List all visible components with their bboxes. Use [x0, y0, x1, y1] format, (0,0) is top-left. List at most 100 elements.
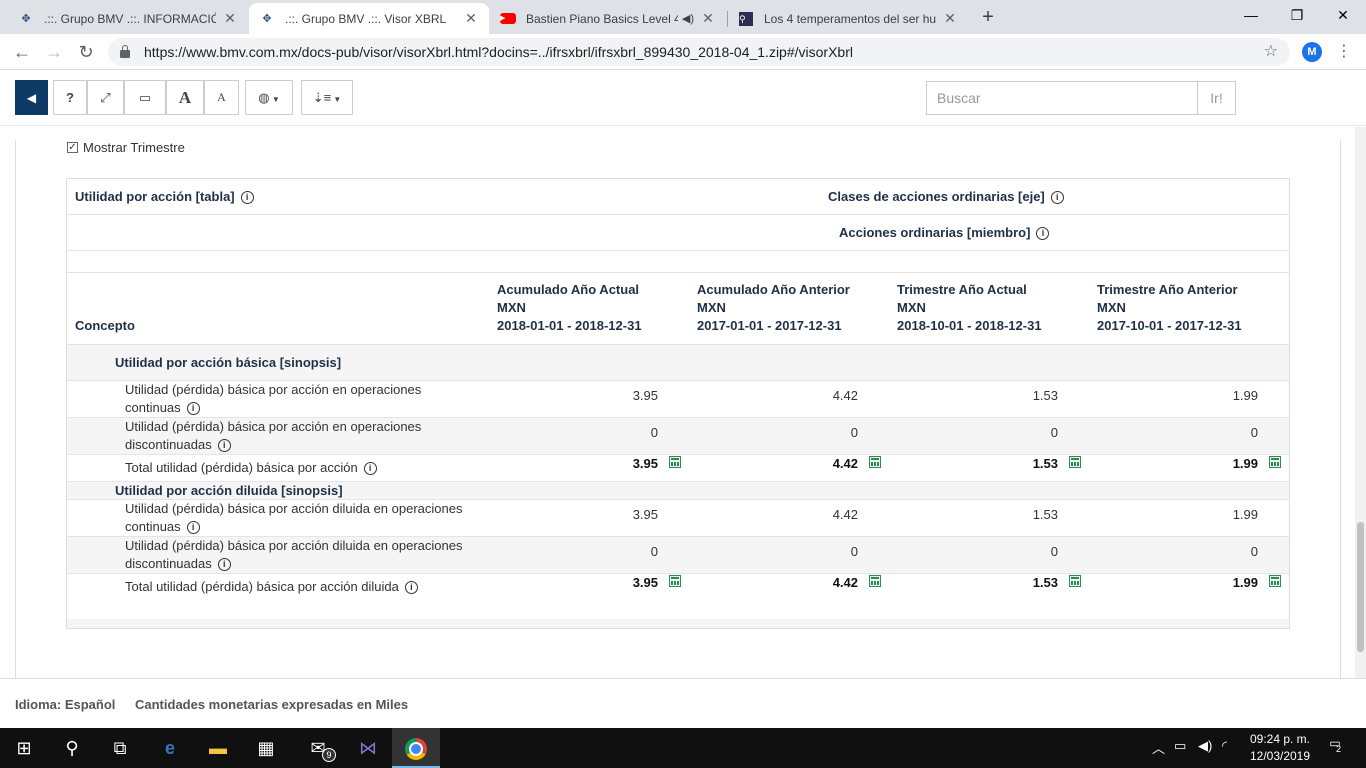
- concept-header: Concepto: [75, 318, 135, 333]
- info-icon[interactable]: i: [186, 402, 200, 416]
- info-icon[interactable]: i: [1050, 191, 1064, 205]
- windows-start-icon[interactable]: ⊞: [0, 728, 48, 768]
- tray-chevron-icon[interactable]: ︿: [1152, 738, 1165, 757]
- table-row: Utilidad (pérdida) básica por acción en …: [67, 418, 1289, 455]
- mail-badge: 9: [322, 748, 336, 762]
- tab-close-icon[interactable]: ✕: [942, 10, 958, 27]
- checkbox-check-icon[interactable]: ✓: [67, 142, 78, 153]
- expand-arrows-icon: ⤢: [100, 90, 111, 105]
- search-icon[interactable]: ⚲: [48, 728, 96, 768]
- section-title: Utilidad por acción diluida [sinopsis]: [115, 483, 343, 498]
- search-go-button[interactable]: Ir!: [1197, 81, 1236, 115]
- plus-icon[interactable]: +: [976, 6, 1000, 30]
- language-dropdown[interactable]: ◍ ▼: [245, 80, 293, 115]
- axis-label: Clases de acciones ordinarias [eje] i: [828, 188, 1064, 206]
- browser-tab-strip: ✥ .::. Grupo BMV .::. INFORMACIÓN ✕ ✥ .:…: [0, 0, 1366, 34]
- search-input[interactable]: Buscar: [926, 81, 1198, 115]
- info-icon[interactable]: i: [186, 521, 200, 535]
- table-header-row: Utilidad por acción [tabla] i Clases de a…: [67, 179, 1289, 215]
- collapse-sidebar-button[interactable]: ◀: [15, 80, 48, 115]
- store-icon[interactable]: ▦: [242, 728, 290, 768]
- tab-close-icon[interactable]: ✕: [700, 10, 716, 27]
- table-cell: 1.99: [1232, 575, 1258, 590]
- table-cell: 0: [1050, 544, 1058, 559]
- tab-close-icon[interactable]: ✕: [463, 10, 479, 27]
- main-content: ✓ Mostrar Trimestre Utilidad por acción …: [0, 127, 1366, 680]
- column-header: Trimestre Año Anterior MXN 2017-10-01 - 20…: [1097, 282, 1242, 333]
- info-icon[interactable]: i: [404, 581, 418, 595]
- calculator-icon[interactable]: [1069, 575, 1081, 587]
- calculator-icon[interactable]: [869, 456, 881, 468]
- table-cell: 1.99: [1232, 507, 1258, 522]
- info-icon[interactable]: i: [1036, 227, 1050, 241]
- table-cell: 1.53: [1032, 507, 1058, 522]
- calculator-icon[interactable]: [1269, 575, 1281, 587]
- info-icon[interactable]: i: [363, 462, 377, 476]
- caret-left-icon: ◀: [26, 91, 37, 105]
- calculator-icon[interactable]: [1269, 456, 1281, 468]
- browser-tab-active[interactable]: ✥ .::. Grupo BMV .::. Visor XBRL ✕: [249, 3, 489, 34]
- help-button[interactable]: ?: [53, 80, 87, 115]
- amounts-label: Cantidades monetarias expresadas en Mile…: [135, 697, 409, 712]
- scrollbar-thumb[interactable]: [1357, 522, 1364, 652]
- show-quarter-checkbox[interactable]: ✓ Mostrar Trimestre: [67, 140, 185, 155]
- page-favicon-icon: ⚲: [738, 11, 754, 27]
- viewer-toolbar: ◀ ? ⤢ ▭ A A ◍ ▼ ⇣≡ ▼ Buscar Ir!: [0, 70, 1366, 126]
- file-explorer-icon[interactable]: ▬: [194, 728, 242, 768]
- reload-icon[interactable]: ↻: [72, 38, 100, 66]
- address-bar[interactable]: https://www.bmv.com.mx/docs-pub/visor/vi…: [108, 38, 1290, 66]
- info-icon[interactable]: i: [217, 558, 231, 572]
- tab-title: Los 4 temperamentos del ser hum: [764, 11, 936, 26]
- mail-icon[interactable]: ✉ 9: [294, 728, 342, 768]
- font-increase-button[interactable]: A: [166, 80, 204, 115]
- tab-title: .::. Grupo BMV .::. Visor XBRL: [285, 11, 447, 26]
- page-scrollbar[interactable]: [1355, 127, 1366, 678]
- table-row: Utilidad (pérdida) básica por acción dil…: [67, 500, 1289, 537]
- member-label: Acciones ordinarias [miembro] i: [839, 224, 1050, 242]
- section-title: Utilidad por acción básica [sinopsis]: [115, 355, 342, 370]
- tab-close-icon[interactable]: ✕: [222, 10, 238, 27]
- font-decrease-button[interactable]: A: [204, 80, 239, 115]
- notifications-icon[interactable]: ▭ 2: [1324, 736, 1346, 758]
- wifi-icon[interactable]: ◜: [1222, 738, 1227, 754]
- expand-button[interactable]: ⤢: [87, 80, 124, 115]
- visual-studio-icon[interactable]: ⋈: [344, 728, 392, 768]
- info-icon[interactable]: i: [240, 191, 254, 205]
- table-cell: 1.99: [1232, 388, 1258, 403]
- restore-icon[interactable]: ❐: [1274, 0, 1320, 30]
- chrome-menu-icon[interactable]: ⋮: [1336, 40, 1352, 64]
- calculator-icon[interactable]: [669, 575, 681, 587]
- lock-icon: [120, 45, 130, 58]
- bookmark-star-icon[interactable]: ☆: [1264, 41, 1278, 61]
- calculator-icon[interactable]: [869, 575, 881, 587]
- notification-count: 2: [1336, 744, 1342, 754]
- taskbar-clock[interactable]: 09:24 p. m. 12/03/2019: [1244, 731, 1316, 765]
- table-cell: 0: [1250, 544, 1258, 559]
- row-label: Utilidad (pérdida) básica por acción dil…: [125, 501, 463, 535]
- browser-tab[interactable]: ✥ .::. Grupo BMV .::. INFORMACIÓN ✕: [8, 3, 248, 34]
- browser-tab[interactable]: ⚲ Los 4 temperamentos del ser hum ✕: [728, 3, 968, 34]
- sort-dropdown[interactable]: ⇣≡ ▼: [301, 80, 353, 115]
- profile-avatar[interactable]: M: [1302, 42, 1322, 62]
- close-window-icon[interactable]: ✕: [1320, 0, 1366, 30]
- minimize-icon[interactable]: —: [1228, 0, 1274, 30]
- forward-arrow-icon[interactable]: →: [40, 38, 68, 66]
- show-quarter-label: Mostrar Trimestre: [83, 140, 185, 155]
- bmv-favicon-icon: ✥: [262, 13, 272, 25]
- language-label: Idioma: Español: [15, 697, 116, 712]
- back-arrow-icon[interactable]: ←: [8, 38, 36, 66]
- speaker-icon[interactable]: ◀): [682, 12, 694, 25]
- chrome-taskbar-icon[interactable]: [392, 728, 440, 768]
- tab-title: Bastien Piano Basics Level 4 I: [526, 11, 678, 26]
- table-cell: 4.42: [832, 575, 858, 590]
- battery-icon[interactable]: ▭: [1174, 738, 1186, 754]
- edge-icon[interactable]: e: [146, 728, 194, 768]
- presentation-button[interactable]: ▭: [124, 80, 166, 115]
- volume-icon[interactable]: ◀): [1198, 738, 1212, 754]
- calculator-icon[interactable]: [1069, 456, 1081, 468]
- url-text[interactable]: https://www.bmv.com.mx/docs-pub/visor/vi…: [144, 44, 853, 60]
- info-icon[interactable]: i: [217, 439, 231, 453]
- task-view-icon[interactable]: ⧉: [96, 728, 144, 768]
- browser-tab[interactable]: ▶ Bastien Piano Basics Level 4 I ◀) ✕: [490, 3, 726, 34]
- calculator-icon[interactable]: [669, 456, 681, 468]
